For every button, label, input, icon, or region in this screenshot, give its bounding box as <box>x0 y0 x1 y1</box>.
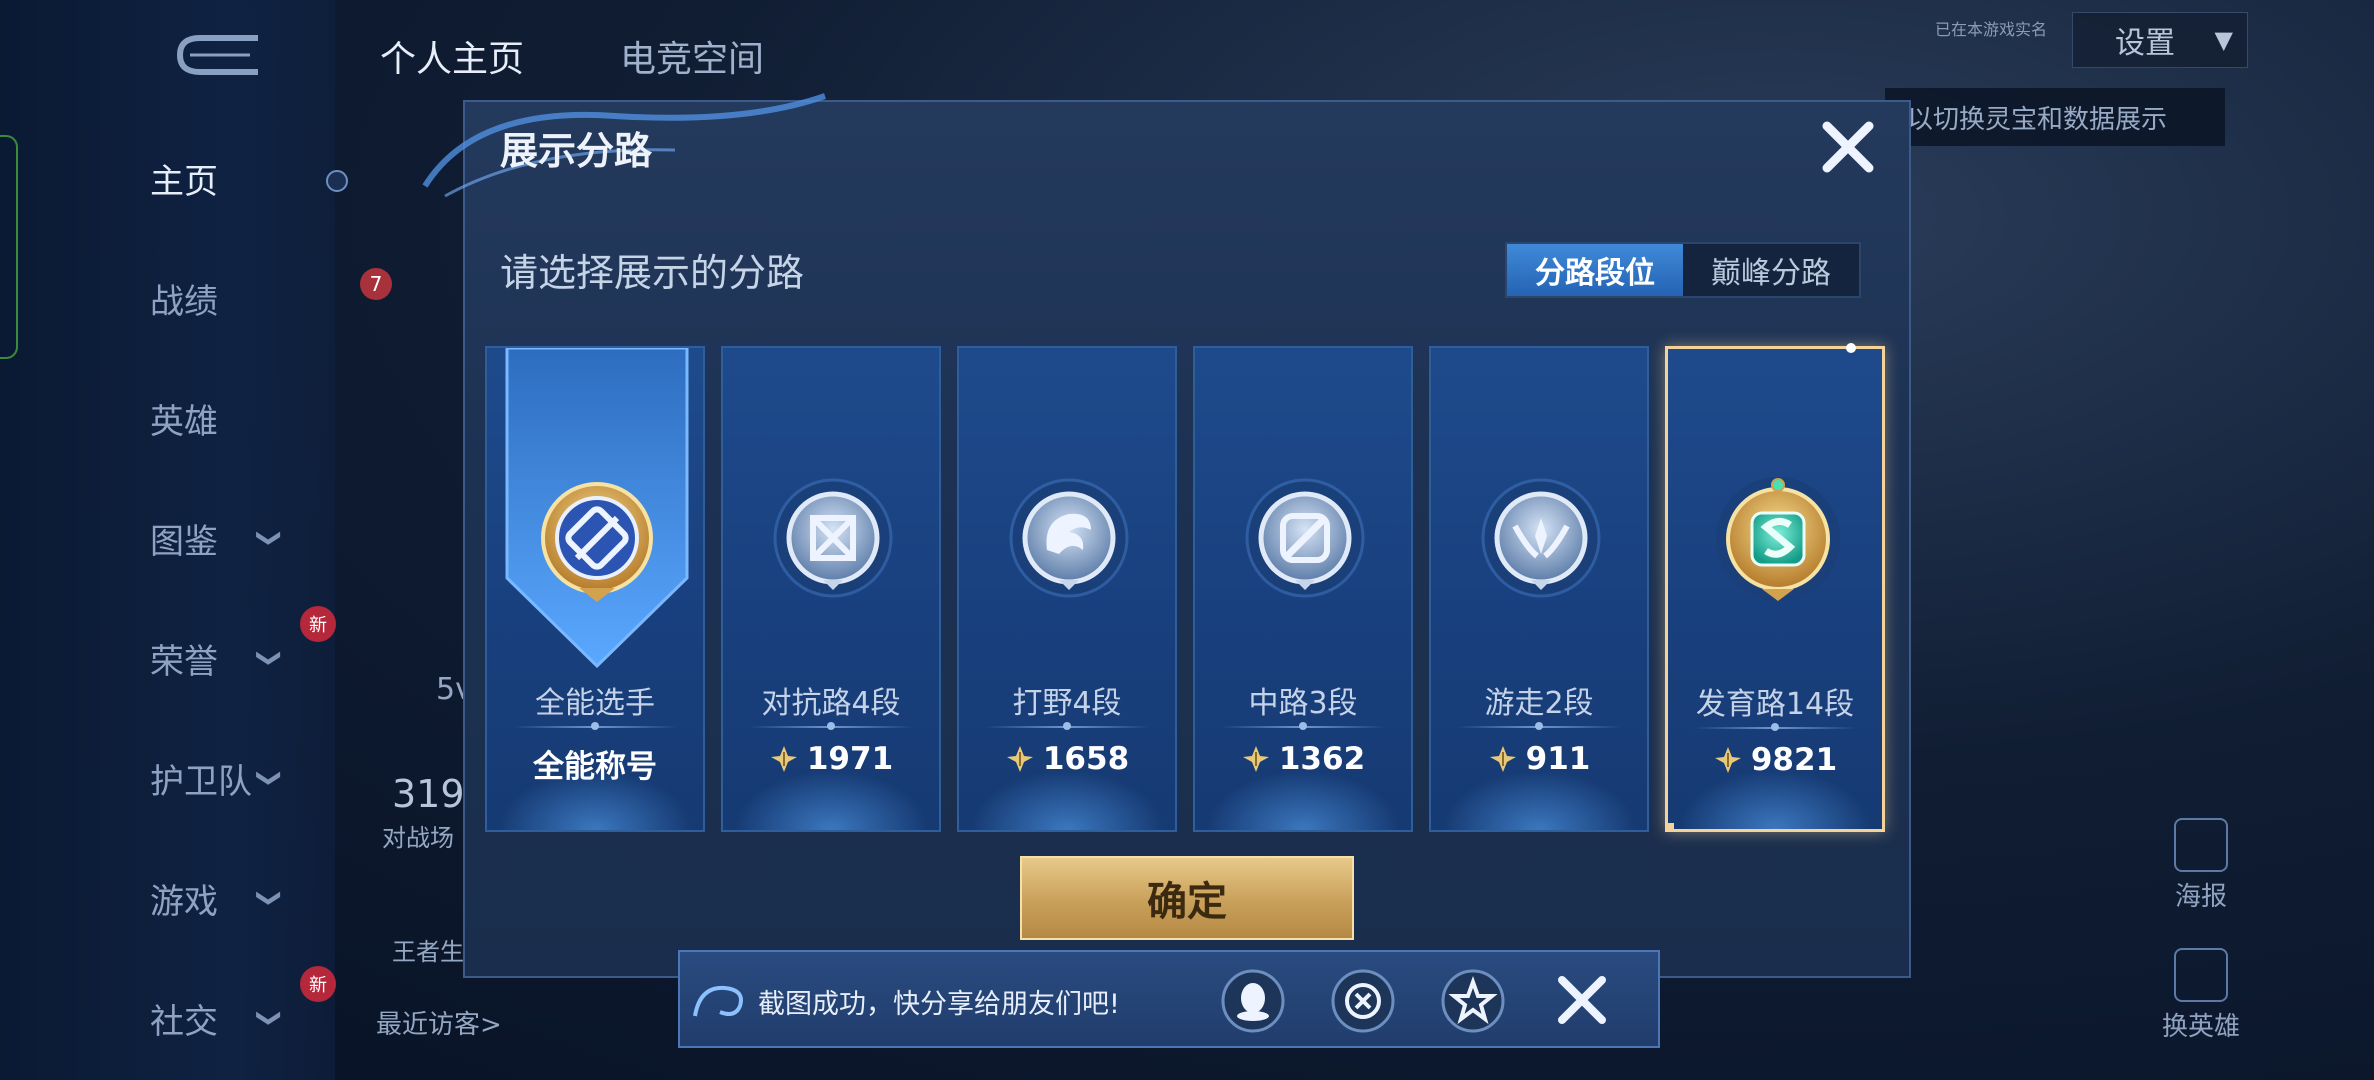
lane-rank-label: 打野4段 <box>1012 686 1122 721</box>
lane-rank-label: 中路3段 <box>1248 686 1358 721</box>
divider-dot <box>827 722 835 730</box>
card-glow <box>497 770 693 830</box>
tab-personal-home[interactable]: 个人主页 <box>380 30 524 82</box>
wechat-moments-icon[interactable] <box>1330 968 1396 1034</box>
hint-tooltip: 以切换灵宝和数据展示 <box>1885 88 2225 146</box>
divider-dot <box>591 722 599 730</box>
change-hero-label: 换英雄 <box>2161 1012 2240 1042</box>
lane-card[interactable]: 发育路14段 9821 <box>1665 343 1885 832</box>
sidebar-item-label: 主页 <box>150 161 218 202</box>
chevron-down-icon: ❯ <box>256 647 285 669</box>
match-count-label: 对战场 <box>382 824 454 852</box>
selection-dot <box>1846 343 1856 353</box>
realname-text: 已在本游戏实名 <box>1935 20 2048 39</box>
sidebar-item-label: 英雄 <box>150 401 218 442</box>
swirl-icon <box>693 985 743 1017</box>
card-glow <box>1441 770 1637 830</box>
sidebar-item-4[interactable]: 图鉴 ❯ <box>150 508 320 568</box>
poster-label: 海报 <box>2174 882 2227 912</box>
lane-rank-label: 发育路14段 <box>1695 687 1855 722</box>
change-hero-button[interactable]: 换英雄 <box>2156 948 2246 1043</box>
card-glow <box>1678 769 1872 829</box>
lane-card[interactable]: 全能选手 全能称号 <box>485 346 705 832</box>
chevron-down-icon: ❯ <box>256 1007 285 1029</box>
qzone-icon[interactable] <box>1440 968 1506 1034</box>
dialog-title: 展示分路 <box>500 129 653 173</box>
lane-card[interactable]: 游走2段 911 <box>1429 346 1649 832</box>
settings-label: 设置 <box>2115 26 2175 61</box>
sidebar-item-label: 战绩 <box>150 281 218 322</box>
sidebar-item-2[interactable]: 战绩 <box>150 268 320 328</box>
confirm-button[interactable]: 确定 <box>1020 856 1354 940</box>
roam-emblem <box>1471 468 1611 608</box>
divider-dot <box>1299 722 1307 730</box>
sidebar-item-1[interactable]: 主页 <box>150 148 320 208</box>
close-share-icon[interactable] <box>1552 970 1612 1030</box>
new-badge: 新 <box>300 606 336 642</box>
tab-lane-rank[interactable]: 分路段位 <box>1507 244 1683 296</box>
active-nav-marker <box>326 170 348 192</box>
lane-card[interactable]: 对抗路4段 1971 <box>721 346 941 832</box>
new-badge: 新 <box>300 966 336 1002</box>
sidebar-item-8[interactable]: 社交 ❯ <box>150 988 320 1048</box>
card-glow <box>733 770 929 830</box>
share-message: 截图成功，快分享给朋友们吧! <box>758 989 1120 1020</box>
poster-button[interactable]: 海报 <box>2156 818 2246 913</box>
lane-card[interactable]: 打野4段 1658 <box>957 346 1177 832</box>
jungle-emblem <box>999 468 1139 608</box>
level-badge: 7 <box>360 268 392 300</box>
chevron-down-icon: ❯ <box>256 527 285 549</box>
chevron-down-icon: ❯ <box>256 887 285 909</box>
selection-corner <box>1666 823 1674 831</box>
divider-dot <box>1771 723 1779 731</box>
brand-text: 王者生 <box>392 938 464 966</box>
farm-lane-emblem <box>1708 469 1848 609</box>
lane-tab-group: 分路段位 巅峰分路 <box>1505 242 1861 298</box>
chevron-down-icon: ▼ <box>2214 26 2233 54</box>
clash-lane-emblem <box>763 468 903 608</box>
sidebar-item-5[interactable]: 荣誉 ❯ <box>150 628 320 688</box>
sidebar-item-6[interactable]: 护卫队 ❯ <box>150 748 320 808</box>
sidebar-item-7[interactable]: 游戏 ❯ <box>150 868 320 928</box>
lane-rank-label: 游走2段 <box>1484 686 1594 721</box>
edge-bracket <box>0 135 18 359</box>
recent-visitors-link[interactable]: 最近访客> <box>376 1004 502 1041</box>
lane-rank-label: 对抗路4段 <box>761 686 901 721</box>
tab-esports-space[interactable]: 电竞空间 <box>620 30 764 82</box>
lane-card-list: 全能选手 全能称号 对抗路4段 1971 打野4段 1658 中路3段 1362 游走2段 911… <box>485 343 1885 832</box>
tab-peak-lane[interactable]: 巅峰分路 <box>1683 244 1859 296</box>
select-prompt: 请选择展示的分路 <box>500 251 805 295</box>
poster-icon <box>2174 818 2228 872</box>
chevron-down-icon: ❯ <box>256 767 285 789</box>
qq-icon[interactable] <box>1220 968 1286 1034</box>
divider-dot <box>1063 722 1071 730</box>
display-lane-dialog: 展示分路 请选择展示的分路 分路段位 巅峰分路 全能选手 全能称号 对抗路4段 197… <box>422 93 1911 978</box>
card-glow <box>1205 770 1401 830</box>
back-icon[interactable] <box>170 30 260 80</box>
close-icon[interactable] <box>1817 116 1879 178</box>
change-hero-icon <box>2174 948 2228 1002</box>
left-navigation: 主页 战绩 英雄 图鉴 ❯ 荣誉 ❯ 新护卫队 ❯ 游戏 ❯ 社交 ❯ 新 <box>0 0 348 1080</box>
lane-card[interactable]: 中路3段 1362 <box>1193 346 1413 832</box>
divider-dot <box>1535 722 1543 730</box>
card-glow <box>969 770 1165 830</box>
lane-rank-label: 全能选手 <box>535 686 655 721</box>
sidebar-item-3[interactable]: 英雄 <box>150 388 320 448</box>
allround-emblem <box>527 468 667 608</box>
screenshot-share-bar: 截图成功，快分享给朋友们吧! <box>678 950 1660 1048</box>
settings-button[interactable]: 设置 ▼ <box>2072 12 2248 68</box>
mid-lane-emblem <box>1235 468 1375 608</box>
match-count: 319 <box>392 772 465 816</box>
